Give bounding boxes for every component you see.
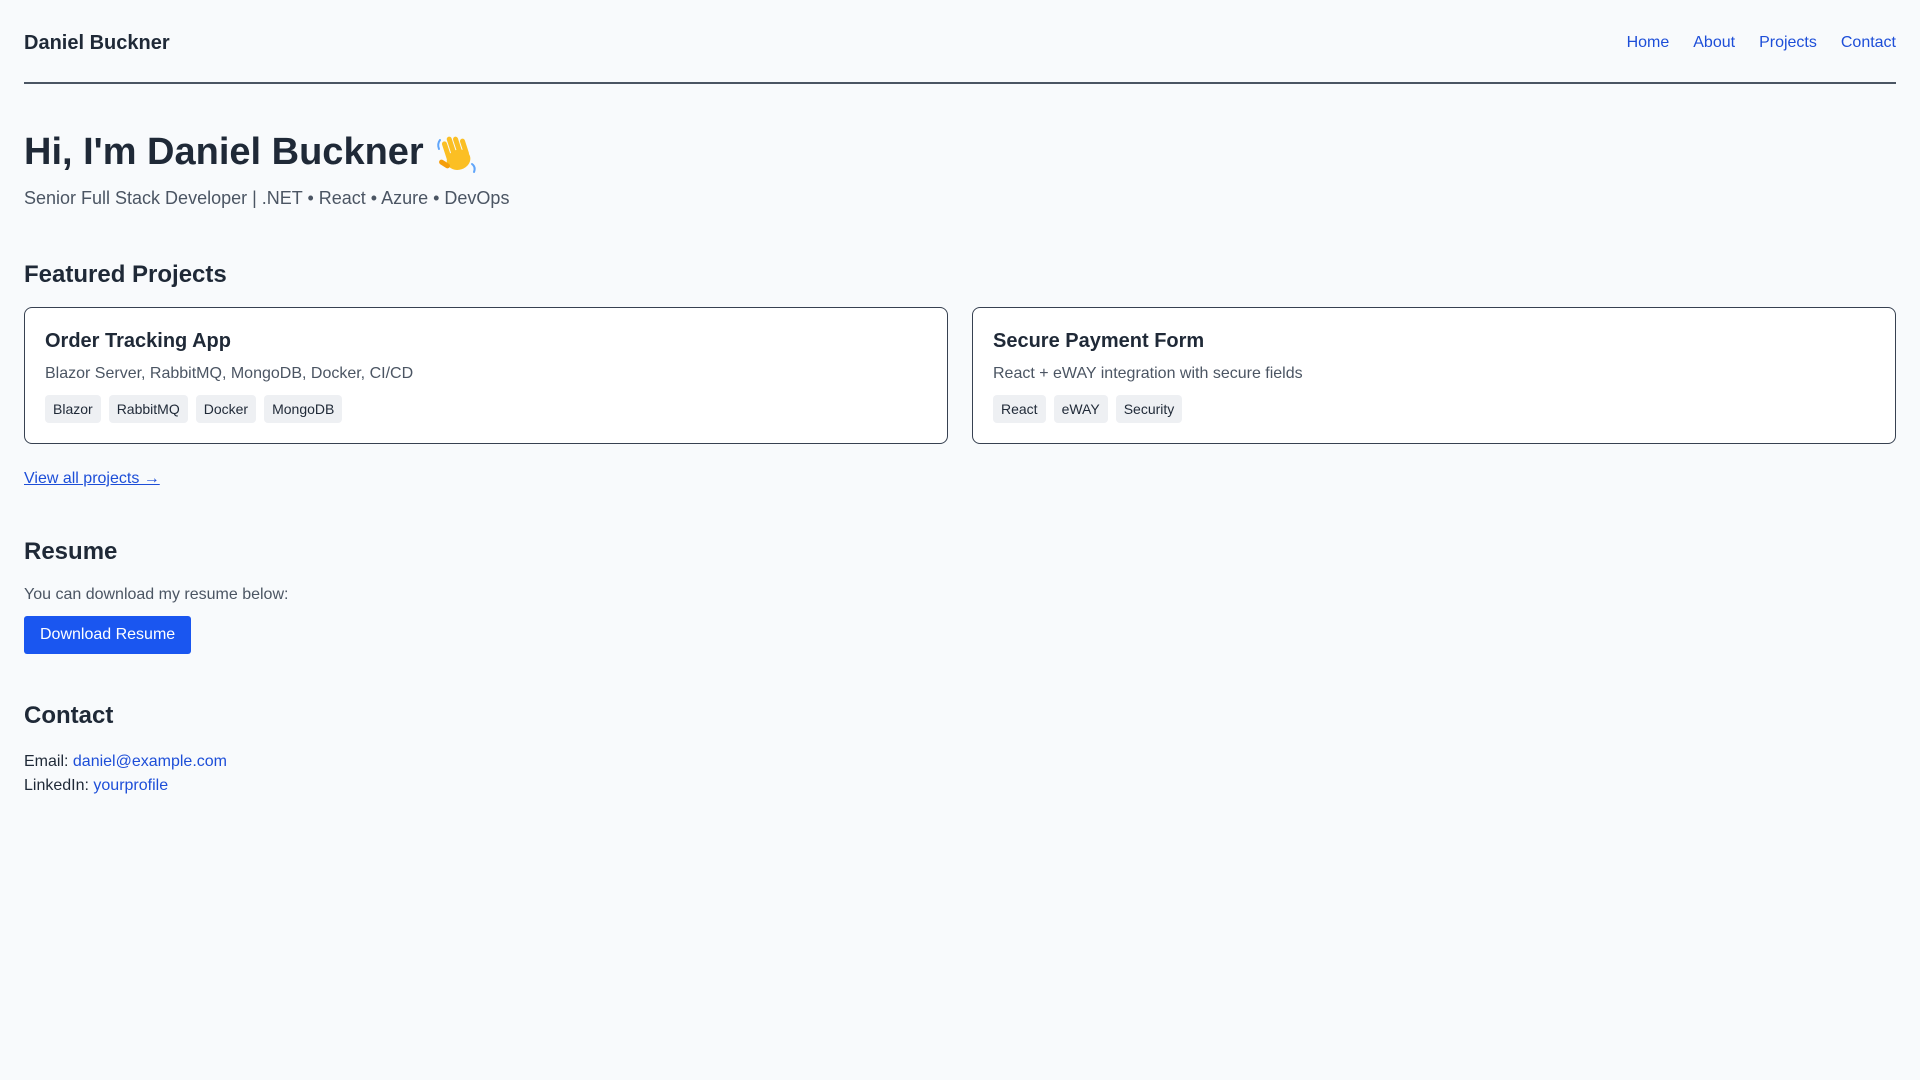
project-card-description: Blazor Server, RabbitMQ, MongoDB, Docker… (45, 365, 414, 382)
email-link[interactable]: daniel@example.com (73, 753, 227, 770)
nav-projects[interactable]: Projects (1759, 34, 1817, 52)
tag-blazor: Blazor (45, 395, 101, 423)
projects-heading: Featured Projects (24, 261, 227, 288)
contact-section: Contact Email: daniel@example.com Linked… (24, 702, 1896, 798)
nav-about[interactable]: About (1693, 34, 1735, 52)
email-label: Email: (24, 753, 69, 770)
nav-home[interactable]: Home (1627, 34, 1670, 52)
tag-eway: eWAY (1053, 395, 1108, 423)
tag-security: Security (1115, 395, 1183, 423)
nav-contact[interactable]: Contact (1841, 34, 1896, 52)
linkedin-link[interactable]: yourprofile (93, 777, 168, 794)
page: Daniel Buckner Home About Projects Conta… (0, 0, 1920, 1080)
contact-email-row: Email: daniel@example.com (24, 750, 1896, 774)
tag-docker: Docker (195, 395, 257, 423)
site-header: Daniel Buckner Home About Projects Conta… (24, 0, 1896, 84)
download-resume-button[interactable]: Download Resume (24, 616, 192, 654)
project-tags: React eWAY Security (993, 395, 1875, 423)
project-cards: Order Tracking App Blazor Server, Rabbit… (24, 307, 1896, 444)
waving-hand-icon (434, 130, 480, 176)
main-nav: Home About Projects Contact (1627, 34, 1896, 52)
contact-linkedin-row: LinkedIn: yourprofile (24, 774, 1896, 798)
project-tags: Blazor RabbitMQ Docker MongoDB (45, 395, 927, 423)
hero-subtitle: Senior Full Stack Developer | .NET • Rea… (24, 188, 510, 208)
project-card-description: React + eWAY integration with secure fie… (993, 365, 1303, 382)
linkedin-label: LinkedIn: (24, 777, 89, 794)
project-card-title: Secure Payment Form (993, 330, 1205, 352)
project-card-secure-payment[interactable]: Secure Payment Form React + eWAY integra… (972, 307, 1896, 444)
hero-title: Hi, I'm Daniel Buckner (24, 130, 1896, 176)
tag-react: React (993, 395, 1046, 423)
hero-title-text: Hi, I'm Daniel Buckner (24, 131, 424, 174)
project-card-order-tracking[interactable]: Order Tracking App Blazor Server, Rabbit… (24, 307, 948, 444)
tag-rabbitmq: RabbitMQ (108, 395, 188, 423)
view-all-projects-link[interactable]: View all projects → (24, 470, 160, 488)
contact-heading: Contact (24, 702, 114, 729)
hero-section: Hi, I'm Daniel Buckner Senior Full Stack… (24, 130, 1896, 209)
projects-section: Featured Projects Order Tracking App Bla… (24, 261, 1896, 488)
contact-lines: Email: daniel@example.com LinkedIn: your… (24, 750, 1896, 798)
brand-name[interactable]: Daniel Buckner (24, 32, 170, 55)
resume-heading: Resume (24, 538, 118, 565)
resume-section: Resume You can download my resume below:… (24, 538, 1896, 654)
project-card-title: Order Tracking App (45, 330, 231, 352)
tag-mongodb: MongoDB (264, 395, 343, 423)
resume-text: You can download my resume below: (24, 586, 289, 603)
